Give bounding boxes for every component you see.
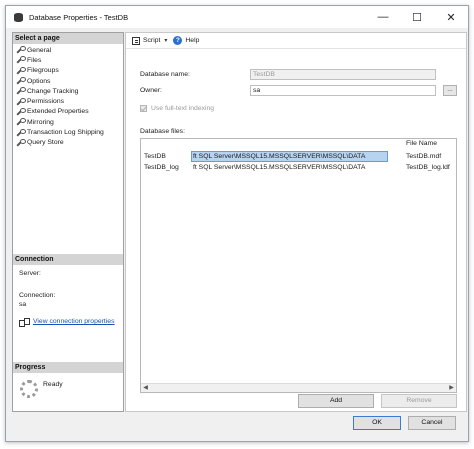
connection-properties-icon [19,317,30,327]
owner-browse-button[interactable]: ... [443,85,457,96]
help-button[interactable]: ? Help [173,36,199,45]
wrench-icon [16,56,26,64]
toolbar: Script ▾ ? Help [126,33,466,49]
view-connection-properties-text: View connection properties [33,318,115,325]
maximize-button[interactable]: ☐ [400,6,434,28]
script-icon [132,36,140,45]
close-button[interactable]: ✕ [434,6,468,28]
page-label: General [27,46,52,54]
server-value [19,278,117,287]
connection-header: Connection [13,254,123,265]
wrench-icon [16,107,26,116]
wrench-icon [16,66,26,75]
page-label: Change Tracking [27,87,79,95]
page-item-extended-properties[interactable]: Extended Properties [13,107,123,117]
connection-section: Connection Server: Connection: sa View c… [13,254,123,330]
page-label: Options [27,77,51,85]
fulltext-checkbox [140,105,147,112]
view-connection-properties-link[interactable]: View connection properties [19,317,117,327]
database-name-field: TestDB [250,69,436,80]
page-label: Files [27,56,42,64]
page-item-mirroring[interactable]: Mirroring [13,117,123,127]
wrench-icon [16,77,26,85]
minimize-button[interactable]: — [366,6,400,28]
page-label: Query Store [27,139,64,147]
database-properties-window: Database Properties - TestDB — ☐ ✕ Selec… [5,5,469,442]
page-item-files[interactable]: Files [13,55,123,65]
page-item-query-store[interactable]: Query Store [13,138,123,148]
owner-field[interactable]: sa [250,85,436,96]
scroll-left-icon[interactable]: ◀ [141,384,150,392]
grid-header: File Name [141,139,456,150]
path-cell[interactable]: ft SQL Server\MSSQL15.MSSQLSERVER\MSSQL\… [191,162,388,173]
logical-name-cell: TestDB [144,153,166,160]
wrench-icon [16,118,26,126]
help-label: Help [185,37,200,44]
add-button[interactable]: Add [298,394,374,408]
file-name-column-header: File Name [406,140,437,147]
select-page-header: Select a page [13,33,123,44]
page-label: Transaction Log Shipping [27,129,104,137]
left-pane: Select a page General Files Filegroups O… [12,32,124,412]
window-title: Database Properties - TestDB [29,12,129,22]
progress-spinner-icon [20,380,38,398]
wrench-icon [16,87,26,95]
progress-status: Ready [43,381,63,388]
logical-name-cell: TestDB_log [144,164,179,171]
file-name-cell: TestDB.mdf [406,153,442,160]
page-item-general[interactable]: General [13,45,123,55]
scroll-right-icon[interactable]: ▶ [447,384,456,392]
horizontal-scrollbar[interactable]: ◀ ▶ [141,383,456,392]
script-label: Script [143,37,161,44]
wrench-icon [16,97,26,106]
wrench-icon [16,138,26,147]
ok-button[interactable]: OK [353,416,401,430]
page-label: Mirroring [27,118,54,126]
help-icon: ? [173,36,183,45]
cancel-button[interactable]: Cancel [408,416,456,430]
database-name-label: Database name: [140,71,190,78]
script-button[interactable]: Script ▾ [132,36,167,45]
page-label: Extended Properties [27,108,89,116]
general-page-panel: Script ▾ ? Help Database name: TestDB Ow… [125,32,467,412]
page-item-change-tracking[interactable]: Change Tracking [13,86,123,96]
wrench-icon [16,128,26,137]
page-item-transaction-log-shipping[interactable]: Transaction Log Shipping [13,127,123,137]
page-item-filegroups[interactable]: Filegroups [13,66,123,76]
chevron-down-icon[interactable]: ▾ [164,37,167,44]
database-files-label: Database files: [140,128,185,135]
file-name-cell: TestDB_log.ldf [406,164,450,171]
wrench-icon [16,46,26,54]
page-list: General Files Filegroups Options Change … [13,44,123,148]
path-cell[interactable]: ft SQL Server\MSSQL15.MSSQLSERVER\MSSQL\… [191,151,388,162]
owner-label: Owner: [140,87,162,94]
database-icon [14,12,23,22]
page-label: Permissions [27,98,65,106]
remove-button[interactable]: Remove [381,394,457,408]
page-item-permissions[interactable]: Permissions [13,96,123,106]
connection-value: sa [19,301,27,308]
page-label: Filegroups [27,67,59,75]
table-row[interactable]: TestDB_log ft SQL Server\MSSQL15.MSSQLSE… [141,162,456,173]
progress-header: Progress [13,362,123,373]
server-label: Server: [19,270,41,277]
progress-section: Progress Ready [13,362,123,403]
connection-label: Connection: [19,292,56,299]
title-bar: Database Properties - TestDB — ☐ ✕ [6,6,468,28]
fulltext-label: Use full-text indexing [151,105,215,112]
table-row[interactable]: TestDB ft SQL Server\MSSQL15.MSSQLSERVER… [141,151,456,162]
page-item-options[interactable]: Options [13,76,123,86]
database-files-grid: File Name TestDB ft SQL Server\MSSQL15.M… [140,138,457,393]
